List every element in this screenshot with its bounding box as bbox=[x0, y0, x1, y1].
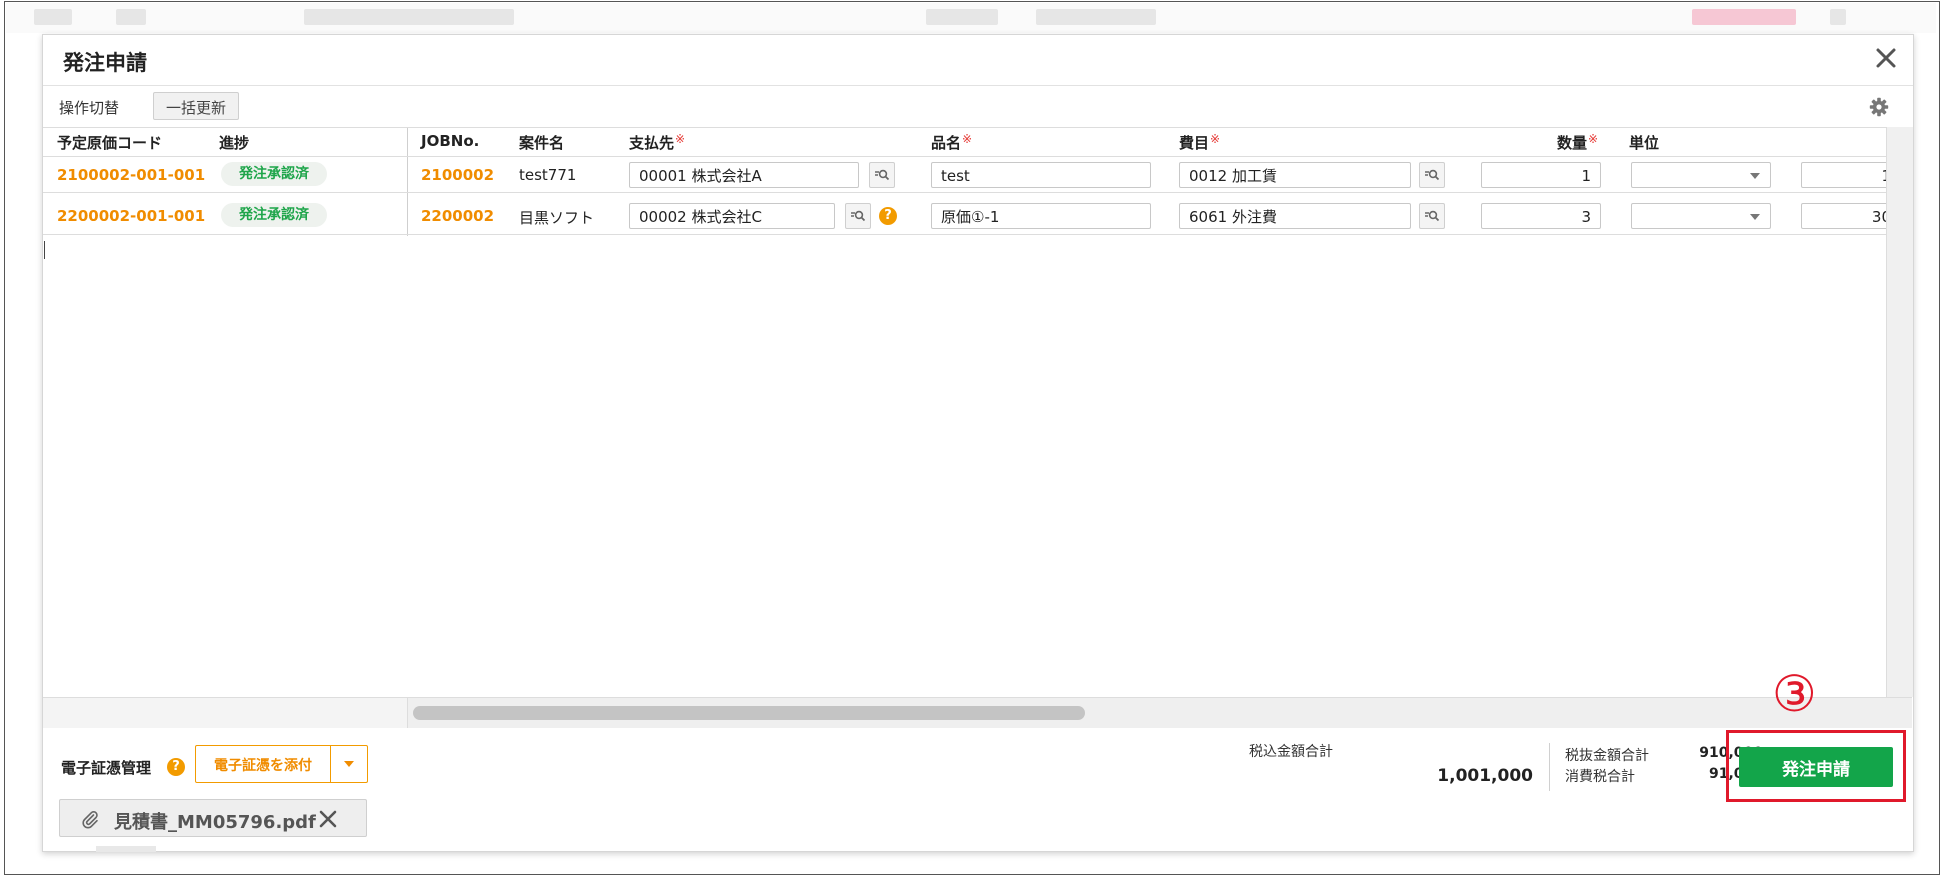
payee-field[interactable]: 00002 株式会社C bbox=[629, 203, 835, 229]
expense-field[interactable]: 6061 外注費 bbox=[1179, 203, 1411, 229]
help-icon[interactable]: ? bbox=[879, 207, 897, 225]
row-divider bbox=[43, 234, 1886, 235]
job-no-link[interactable]: 2200002 bbox=[421, 207, 494, 225]
attached-file-name[interactable]: 見積書_MM05796.pdf bbox=[114, 808, 316, 834]
row-divider bbox=[43, 192, 1886, 193]
cost-code-link[interactable]: 2200002-001-001 bbox=[57, 207, 205, 225]
required-mark: ※ bbox=[962, 132, 973, 146]
tax-total-label: 消費税合計 bbox=[1565, 769, 1635, 785]
payee-field[interactable]: 00001 株式会社A bbox=[629, 162, 859, 188]
text-cursor bbox=[44, 241, 45, 259]
search-list-icon bbox=[1425, 169, 1440, 181]
job-no-link[interactable]: 2100002 bbox=[421, 166, 494, 184]
close-icon[interactable] bbox=[1873, 45, 1899, 71]
payee-lookup-button[interactable] bbox=[869, 162, 895, 188]
cost-code-link[interactable]: 2100002-001-001 bbox=[57, 166, 205, 184]
annotation-highlight-box bbox=[1726, 730, 1906, 802]
total-incl-tax-label: 税込金額合計 bbox=[1249, 744, 1333, 760]
total-excl-tax-label: 税抜金額合計 bbox=[1565, 748, 1649, 764]
summary-divider bbox=[1549, 743, 1550, 791]
expense-field[interactable]: 0012 加工賃 bbox=[1179, 162, 1411, 188]
required-mark: ※ bbox=[675, 132, 686, 146]
search-list-icon bbox=[875, 169, 890, 181]
horizontal-scroll-thumb[interactable] bbox=[413, 706, 1085, 720]
header-progress: 進捗 bbox=[219, 134, 250, 152]
search-list-icon bbox=[851, 210, 866, 222]
order-request-dialog: 発注申請 操作切替 一括更新 予定原価コード 進捗 JOBNo. 案件名 支払先… bbox=[42, 34, 1914, 852]
total-incl-tax-value: 1,001,000 bbox=[1437, 766, 1533, 786]
chevron-down-icon bbox=[1750, 214, 1760, 220]
item-name-field[interactable]: 原価①-1 bbox=[931, 203, 1151, 229]
required-mark: ※ bbox=[1588, 132, 1599, 146]
help-icon[interactable]: ? bbox=[167, 758, 185, 776]
project-name: test771 bbox=[519, 166, 577, 184]
header-cost-code: 予定原価コード bbox=[57, 134, 163, 152]
expense-lookup-button[interactable] bbox=[1419, 162, 1445, 188]
qty-field[interactable]: 1 bbox=[1481, 162, 1601, 188]
gear-icon[interactable] bbox=[1869, 97, 1889, 117]
item-name-field[interactable]: test bbox=[931, 162, 1151, 188]
dialog-title: 発注申請 bbox=[63, 51, 147, 75]
bulk-update-button[interactable]: 一括更新 bbox=[153, 92, 239, 120]
expense-lookup-button[interactable] bbox=[1419, 203, 1445, 229]
vertical-scrollbar[interactable] bbox=[1886, 127, 1913, 697]
header-divider bbox=[43, 156, 1886, 157]
frozen-column-divider bbox=[407, 128, 408, 236]
header-unit: 単位 bbox=[1629, 134, 1660, 152]
unit-select[interactable] bbox=[1631, 162, 1771, 188]
header-expense: 費目※ bbox=[1179, 132, 1221, 152]
required-mark: ※ bbox=[1210, 132, 1221, 146]
chevron-down-icon bbox=[1750, 173, 1760, 179]
price-field[interactable]: 30 bbox=[1801, 203, 1886, 229]
header-qty: 数量※ bbox=[1557, 132, 1599, 152]
attach-evidence-button[interactable]: 電子証憑を添付 bbox=[195, 745, 331, 783]
annotation-step-number: ③ bbox=[1772, 665, 1817, 723]
close-icon[interactable] bbox=[318, 809, 338, 829]
order-lines-grid: 予定原価コード 進捗 JOBNo. 案件名 支払先※ 品名※ 費目※ 数量※ 単… bbox=[43, 127, 1886, 698]
background-faint-text bbox=[96, 846, 156, 852]
evidence-management-label: 電子証憑管理 bbox=[61, 759, 152, 777]
header-project: 案件名 bbox=[519, 134, 565, 152]
title-divider bbox=[43, 85, 1913, 86]
background-app-header bbox=[6, 3, 1936, 33]
payee-lookup-button[interactable] bbox=[845, 203, 871, 229]
operation-switch-label: 操作切替 bbox=[59, 99, 120, 117]
paperclip-icon bbox=[82, 811, 98, 829]
header-payee: 支払先※ bbox=[629, 132, 686, 152]
header-item: 品名※ bbox=[931, 132, 973, 152]
attached-file-chip: 見積書_MM05796.pdf bbox=[59, 799, 367, 837]
unit-select[interactable] bbox=[1631, 203, 1771, 229]
project-name: 目黒ソフト bbox=[519, 209, 595, 227]
search-list-icon bbox=[1425, 210, 1440, 222]
status-badge: 発注承認済 bbox=[221, 162, 327, 186]
attach-evidence-dropdown[interactable] bbox=[330, 745, 368, 783]
header-job-no: JOBNo. bbox=[421, 132, 480, 150]
status-badge: 発注承認済 bbox=[221, 203, 327, 227]
frozen-area-scroll-track bbox=[43, 698, 408, 728]
price-field[interactable]: 1 bbox=[1801, 162, 1886, 188]
chevron-down-icon bbox=[344, 761, 354, 767]
horizontal-scrollbar[interactable] bbox=[43, 697, 1912, 728]
qty-field[interactable]: 3 bbox=[1481, 203, 1601, 229]
